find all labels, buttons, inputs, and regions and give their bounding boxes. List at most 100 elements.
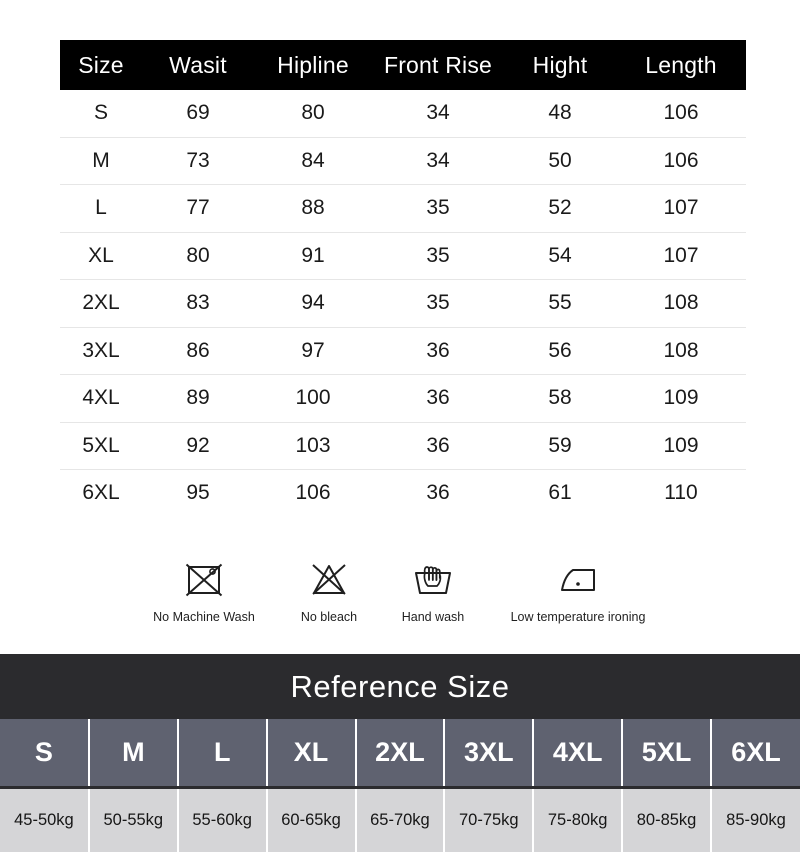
cell-front-rise: 35	[372, 279, 504, 328]
column-header-hipline: Hipline	[277, 52, 349, 78]
cell-size: L	[60, 184, 142, 233]
cell-hight: 54	[504, 232, 616, 280]
cell-waist: 92	[142, 422, 254, 470]
cell-waist: 86	[142, 327, 254, 375]
cell-waist: 89	[142, 374, 254, 423]
reference-weight-cell: 60-65kg	[266, 787, 357, 852]
cell-length: 107	[616, 184, 746, 233]
table-row: M 73 84 34 50 106	[60, 137, 746, 185]
cell-front-rise: 36	[372, 374, 504, 423]
cell-hipline: 88	[254, 184, 372, 233]
cell-hight: 48	[504, 90, 616, 138]
column-header-front-rise: Front Rise	[383, 52, 493, 78]
cell-hight: 61	[504, 469, 616, 517]
column-header-waist: Wasit	[169, 52, 227, 78]
cell-length: 106	[616, 137, 746, 185]
cell-hipline: 84	[254, 137, 372, 185]
no-machine-wash-icon	[183, 556, 225, 602]
cell-hipline: 80	[254, 90, 372, 138]
table-header-row: Size Wasit Hipline Front Rise Hight Leng…	[60, 40, 746, 90]
reference-size-title: Reference Size	[290, 668, 510, 704]
reference-size-cell: 6XL	[711, 719, 800, 789]
cell-length: 106	[616, 90, 746, 138]
cell-length: 107	[616, 232, 746, 280]
table-row: S 69 80 34 48 106	[60, 90, 746, 138]
cell-size: M	[60, 137, 142, 185]
cell-hipline: 91	[254, 232, 372, 280]
cell-front-rise: 36	[372, 422, 504, 470]
reference-weight-row: 45-50kg 50-55kg 55-60kg 60-65kg 65-70kg …	[0, 787, 800, 852]
reference-size-banner: Reference Size	[0, 654, 800, 719]
reference-weight-cell: 85-90kg	[711, 787, 800, 852]
cell-hight: 52	[504, 184, 616, 233]
table-row: 6XL 95 106 36 61 110	[60, 469, 746, 517]
cell-waist: 73	[142, 137, 254, 185]
care-item-no-bleach: No bleach	[278, 556, 380, 624]
cell-waist: 77	[142, 184, 254, 233]
column-header-size: Size	[78, 52, 124, 78]
reference-weight-cell: 70-75kg	[444, 787, 535, 852]
table-row: 2XL 83 94 35 55 108	[60, 279, 746, 328]
cell-length: 109	[616, 422, 746, 470]
care-label: Hand wash	[401, 610, 465, 624]
cell-hight: 59	[504, 422, 616, 470]
reference-size-cell: S	[0, 719, 90, 789]
cell-size: 6XL	[60, 469, 142, 517]
reference-size-cell: 3XL	[444, 719, 535, 789]
reference-weight-cell: 65-70kg	[355, 787, 446, 852]
cell-waist: 80	[142, 232, 254, 280]
cell-hipline: 97	[254, 327, 372, 375]
reference-size-cell: XL	[266, 719, 357, 789]
column-header-hight: Hight	[532, 52, 588, 78]
size-measurements-table: Size Wasit Hipline Front Rise Hight Leng…	[60, 40, 746, 517]
size-chart-section: Size Wasit Hipline Front Rise Hight Leng…	[0, 0, 800, 517]
cell-size: 3XL	[60, 327, 142, 375]
cell-size: 5XL	[60, 422, 142, 470]
care-item-hand-wash: Hand wash	[380, 556, 486, 624]
cell-front-rise: 35	[372, 232, 504, 280]
reference-size-cell: 4XL	[533, 719, 624, 789]
size-table-body: S 69 80 34 48 106 M 73 84 34 50 106 L 77…	[60, 90, 746, 517]
cell-length: 110	[616, 469, 746, 517]
cell-waist: 69	[142, 90, 254, 138]
cell-hight: 56	[504, 327, 616, 375]
cell-front-rise: 36	[372, 469, 504, 517]
hand-wash-icon	[412, 556, 454, 602]
cell-size: 4XL	[60, 374, 142, 423]
care-instructions-section: No Machine Wash No bleach Hand wash Low …	[0, 556, 800, 624]
reference-weight-cell: 50-55kg	[88, 787, 179, 852]
cell-size: S	[60, 90, 142, 138]
reference-size-row: S M L XL 2XL 3XL 4XL 5XL 6XL	[0, 719, 800, 789]
reference-size-table: S M L XL 2XL 3XL 4XL 5XL 6XL 45-50kg 50-…	[0, 719, 800, 852]
cell-hipline: 106	[254, 469, 372, 517]
table-row: XL 80 91 35 54 107	[60, 232, 746, 280]
table-row: L 77 88 35 52 107	[60, 184, 746, 233]
no-bleach-icon	[308, 556, 350, 602]
care-item-low-temperature-ironing: Low temperature ironing	[486, 556, 670, 624]
reference-size-cell: 5XL	[622, 719, 712, 789]
care-item-no-machine-wash: No Machine Wash	[130, 556, 278, 624]
care-label: No Machine Wash	[153, 610, 255, 624]
reference-weight-cell: 45-50kg	[0, 787, 90, 852]
reference-size-cell: 2XL	[355, 719, 446, 789]
cell-hipline: 103	[254, 422, 372, 470]
cell-front-rise: 34	[372, 137, 504, 185]
reference-size-cell: M	[88, 719, 179, 789]
low-temp-iron-icon	[557, 556, 599, 602]
cell-front-rise: 34	[372, 90, 504, 138]
cell-waist: 95	[142, 469, 254, 517]
cell-hight: 50	[504, 137, 616, 185]
cell-size: XL	[60, 232, 142, 280]
cell-length: 109	[616, 374, 746, 423]
table-row: 4XL 89 100 36 58 109	[60, 374, 746, 423]
cell-length: 108	[616, 279, 746, 328]
care-label: No bleach	[300, 610, 358, 624]
cell-hight: 58	[504, 374, 616, 423]
size-table-header: Size Wasit Hipline Front Rise Hight Leng…	[60, 40, 746, 90]
reference-weight-cell: 75-80kg	[533, 787, 624, 852]
reference-size-cell: L	[177, 719, 268, 789]
table-row: 3XL 86 97 36 56 108	[60, 327, 746, 375]
cell-hight: 55	[504, 279, 616, 328]
cell-hipline: 100	[254, 374, 372, 423]
reference-size-section: Reference Size S M L XL 2XL 3XL 4XL 5XL …	[0, 654, 800, 852]
